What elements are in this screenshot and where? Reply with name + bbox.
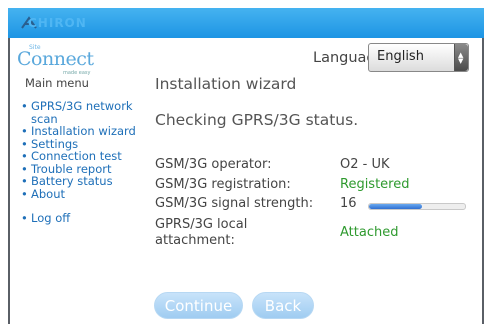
dropdown-arrow-icon[interactable]: ▲ ▼ bbox=[454, 44, 468, 71]
language-value: English bbox=[377, 49, 424, 64]
registration-label: GSM/3G registration: bbox=[155, 177, 291, 192]
menu-item-connection-test[interactable]: Connection test bbox=[19, 150, 139, 163]
menu-item-battery-status[interactable]: Battery status bbox=[19, 175, 139, 188]
back-button[interactable]: Back bbox=[252, 292, 314, 319]
sidebar-title: Main menu bbox=[25, 76, 89, 90]
page-title: Installation wizard bbox=[155, 75, 297, 93]
signal-strength-value: 16 bbox=[340, 196, 357, 211]
menu-item-about[interactable]: About bbox=[19, 187, 139, 201]
continue-button[interactable]: Continue bbox=[154, 292, 243, 319]
status-message: Checking GPRS/3G status. bbox=[155, 111, 359, 129]
signal-strength-bar bbox=[368, 203, 466, 210]
signal-strength-fill bbox=[369, 204, 422, 209]
operator-value: O2 - UK bbox=[340, 157, 390, 172]
brand-name: CHIRON bbox=[28, 16, 87, 30]
language-select[interactable]: English ▲ ▼ bbox=[368, 43, 469, 72]
top-bar: CHIRON bbox=[8, 8, 484, 38]
operator-label: GSM/3G operator: bbox=[155, 157, 272, 172]
menu-item-log-off[interactable]: Log off bbox=[19, 212, 139, 225]
sidebar: Main menu GPRS/3G network scan Installat… bbox=[19, 76, 139, 225]
registration-value: Registered bbox=[340, 177, 410, 192]
menu-item-installation-wizard[interactable]: Installation wizard bbox=[19, 125, 139, 138]
menu-item-gprs-scan[interactable]: GPRS/3G network scan bbox=[19, 100, 139, 125]
logo-name: Connect bbox=[17, 48, 94, 70]
main-menu: GPRS/3G network scan Installation wizard… bbox=[19, 100, 139, 225]
local-attachment-label: GPRS/3G local attachment: bbox=[155, 217, 248, 248]
signal-strength-label: GSM/3G signal strength: bbox=[155, 196, 314, 211]
local-attachment-value: Attached bbox=[340, 225, 399, 240]
